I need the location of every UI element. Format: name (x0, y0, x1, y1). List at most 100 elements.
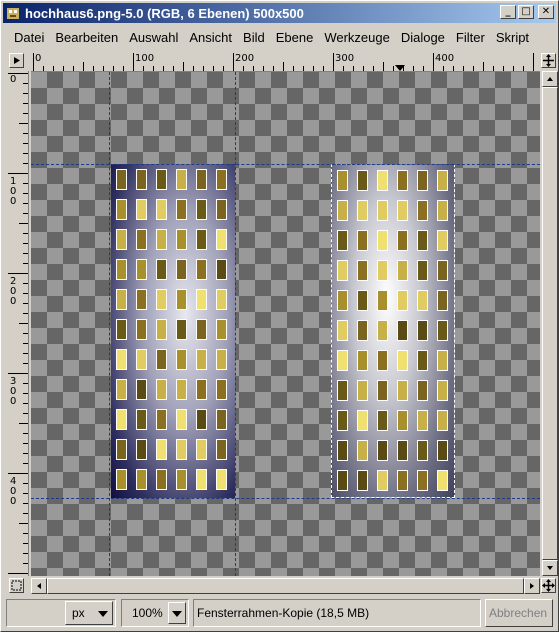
menu-bild[interactable]: Bild (232, 30, 265, 45)
building-window (136, 199, 147, 220)
status-bar: px 100% Fensterrahmen-Kopie (18,5 MB) Ab… (1, 597, 558, 631)
cancel-button[interactable]: Abbrechen (485, 599, 553, 627)
building-window (176, 439, 187, 460)
building-window (216, 379, 227, 400)
vertical-scrollbar[interactable] (542, 71, 558, 576)
building-window (176, 409, 187, 430)
building-window (337, 380, 348, 401)
building-window (156, 199, 167, 220)
building-window (176, 229, 187, 250)
building-window (196, 469, 207, 490)
building-window (156, 319, 167, 340)
building-window (377, 260, 388, 281)
building-window (337, 320, 348, 341)
building-window (136, 259, 147, 280)
building-window (377, 170, 388, 191)
building-window (357, 170, 368, 191)
menu-dialoge[interactable]: Dialoge (390, 30, 445, 45)
building-window (156, 259, 167, 280)
building-window (116, 439, 127, 460)
building-window (156, 379, 167, 400)
building-window (437, 440, 448, 461)
building-window (216, 319, 227, 340)
building-window (136, 469, 147, 490)
building-window (136, 409, 147, 430)
building-window (156, 349, 167, 370)
building-window (417, 470, 428, 491)
building-window (116, 469, 127, 490)
menu-toggle-button[interactable] (9, 53, 24, 68)
building-window (136, 439, 147, 460)
building-window (136, 379, 147, 400)
menu-filter[interactable]: Filter (445, 30, 485, 45)
building-window (337, 470, 348, 491)
building-window (357, 350, 368, 371)
building-window (377, 320, 388, 341)
building-window (357, 320, 368, 341)
guide-vertical-left[interactable] (109, 72, 110, 576)
scroll-left-button[interactable] (31, 578, 47, 594)
building-window (417, 230, 428, 251)
menu-datei[interactable]: Datei (3, 30, 44, 45)
guide-horizontal-top[interactable] (31, 164, 540, 165)
building-window (377, 230, 388, 251)
building-window (216, 409, 227, 430)
building-window (156, 439, 167, 460)
building-window (196, 259, 207, 280)
building-window (377, 380, 388, 401)
unit-value: px (72, 606, 85, 620)
building-window (397, 470, 408, 491)
menu-bar: Datei Bearbeiten Auswahl Ansicht Bild Eb… (3, 26, 556, 48)
vertical-ruler: 0 1 0 0 2 0 0 3 0 0 4 0 0 (8, 71, 29, 576)
triangle-right-icon (14, 57, 20, 64)
horizontal-scrollbar[interactable] (31, 578, 540, 594)
menu-bearbeiten[interactable]: Bearbeiten (44, 30, 118, 45)
quickmask-button[interactable] (9, 578, 24, 593)
building-window (136, 349, 147, 370)
navigate-button[interactable] (541, 53, 556, 68)
menu-werkzeuge[interactable]: Werkzeuge (313, 30, 390, 45)
building-window (216, 259, 227, 280)
building-window (176, 199, 187, 220)
image-window: hochhaus6.png-5.0 (RGB, 6 Ebenen) 500x50… (0, 0, 559, 632)
building-window (397, 230, 408, 251)
quickmask-icon (11, 580, 22, 591)
minimize-button[interactable]: _ (500, 5, 516, 19)
image-canvas[interactable] (31, 72, 540, 576)
navigate-icon (543, 54, 554, 67)
building-window (397, 170, 408, 191)
zoom-select[interactable]: 100% (121, 599, 189, 627)
building-window (156, 169, 167, 190)
title-bar[interactable]: hochhaus6.png-5.0 (RGB, 6 Ebenen) 500x50… (3, 3, 556, 23)
building-window (437, 320, 448, 341)
building-window (116, 169, 127, 190)
building-window (116, 229, 127, 250)
chevron-down-icon (98, 611, 108, 617)
scroll-down-button[interactable] (542, 560, 558, 576)
guide-horizontal-bottom[interactable] (31, 498, 540, 499)
building-window (437, 470, 448, 491)
menu-ebene[interactable]: Ebene (265, 30, 314, 45)
menu-auswahl[interactable]: Auswahl (118, 30, 178, 45)
building-window (357, 230, 368, 251)
vertical-scroll-thumb[interactable] (542, 87, 558, 560)
building-window (176, 469, 187, 490)
building-window (337, 230, 348, 251)
building-window (417, 170, 428, 191)
horizontal-scroll-thumb[interactable] (47, 578, 524, 594)
building-window (377, 440, 388, 461)
scroll-right-button[interactable] (524, 578, 540, 594)
zoom-value: 100% (132, 606, 163, 620)
guide-vertical-right[interactable] (235, 72, 236, 576)
building-window (337, 260, 348, 281)
building-window (196, 289, 207, 310)
zoom-dropdown-button[interactable] (168, 602, 186, 624)
building-window (216, 469, 227, 490)
maximize-button[interactable]: □ (518, 5, 534, 19)
unit-select[interactable]: px (65, 601, 113, 625)
scroll-up-button[interactable] (542, 71, 558, 87)
navigation-button[interactable] (541, 578, 556, 593)
close-button[interactable]: ✕ (538, 5, 554, 19)
menu-ansicht[interactable]: Ansicht (178, 30, 232, 45)
menu-skript[interactable]: Skript (485, 30, 529, 45)
